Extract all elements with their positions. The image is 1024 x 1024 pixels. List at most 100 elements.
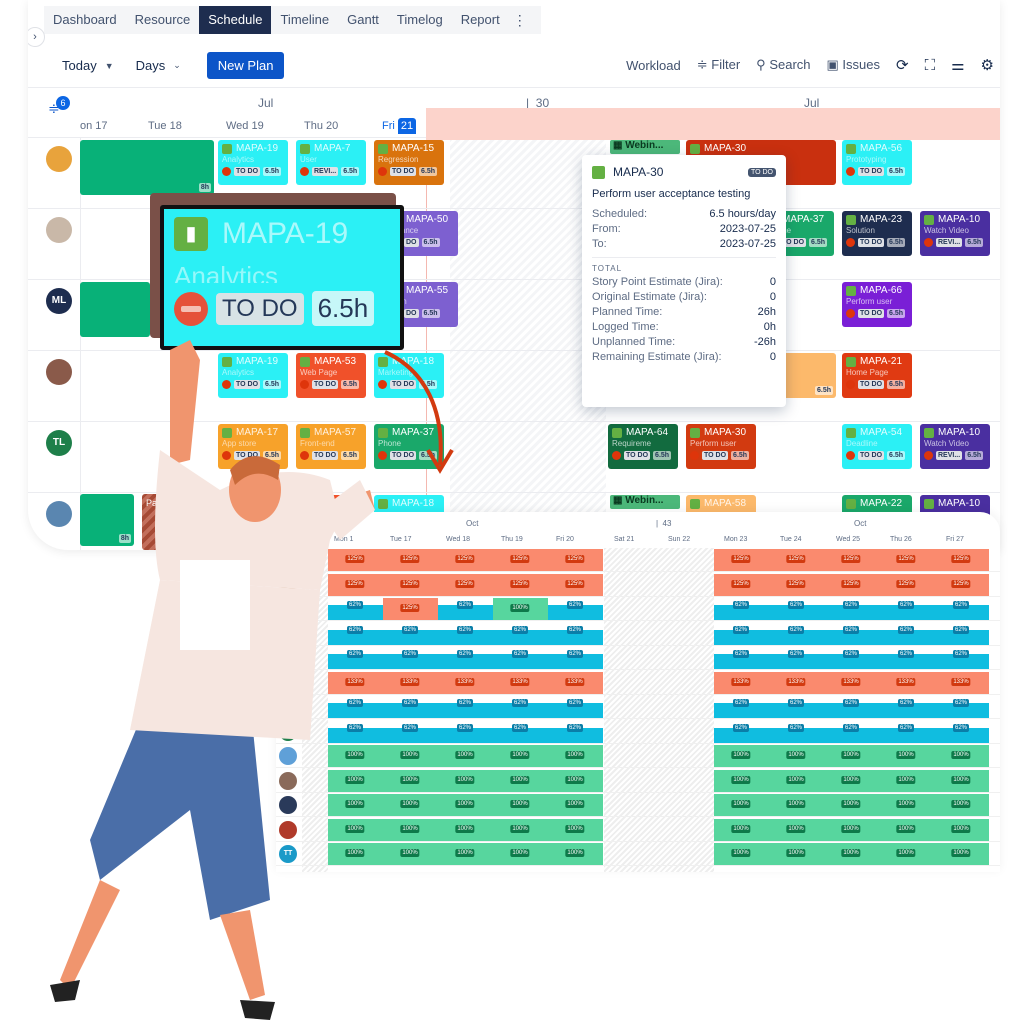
workload-cell[interactable]: 62% [934, 625, 989, 645]
workload-cell[interactable]: 100% [438, 843, 493, 865]
workload-cell[interactable]: 125% [824, 549, 879, 571]
workload-cell[interactable]: 62% [769, 699, 824, 718]
workload-cell[interactable]: 125% [879, 573, 934, 596]
workload-cell[interactable]: 62% [438, 699, 493, 718]
workload-cell[interactable]: 100% [548, 769, 603, 792]
workload-cell[interactable]: 100% [714, 818, 769, 841]
workload-cell[interactable]: 100% [548, 843, 603, 865]
workload-cell[interactable]: 100% [769, 745, 824, 767]
workload-cell[interactable]: 100% [548, 794, 603, 816]
workload-cell[interactable]: 125% [769, 549, 824, 571]
workload-cell[interactable]: 100% [383, 843, 438, 865]
workload-cell[interactable]: 100% [438, 769, 493, 792]
time-block[interactable]: 8h [80, 140, 214, 195]
workload-cell[interactable]: 100% [879, 794, 934, 816]
workload-cell[interactable]: 100% [493, 598, 548, 620]
task-card[interactable]: MAPA-7 User REVI... 6.5h [296, 140, 366, 185]
new-plan-button[interactable]: New Plan [206, 52, 285, 79]
workload-cell[interactable]: 62% [714, 650, 769, 669]
workload-cell[interactable]: 62% [714, 601, 769, 620]
workload-cell[interactable]: 100% [714, 769, 769, 792]
workload-cell[interactable]: 62% [383, 699, 438, 718]
workload-cell[interactable]: 62% [438, 723, 493, 743]
workload-cell[interactable]: 100% [714, 745, 769, 767]
workload-cell[interactable]: 100% [769, 843, 824, 865]
workload-cell[interactable]: 62% [548, 625, 603, 645]
tab-dashboard[interactable]: Dashboard [44, 6, 126, 34]
workload-cell[interactable]: 100% [934, 818, 989, 841]
workload-cell[interactable]: 62% [493, 699, 548, 718]
workload-cell[interactable]: 125% [769, 573, 824, 596]
workload-cell[interactable]: 125% [438, 549, 493, 571]
avatar[interactable] [46, 146, 72, 172]
workload-cell[interactable]: 125% [383, 598, 438, 620]
workload-cell[interactable]: 62% [438, 650, 493, 669]
task-card[interactable]: MAPA-19 Analytics TO DO 6.5h [218, 140, 288, 185]
workload-cell[interactable]: 62% [934, 699, 989, 718]
workload-cell[interactable]: 62% [493, 625, 548, 645]
workload-cell[interactable]: 125% [493, 573, 548, 596]
workload-cell[interactable]: 125% [383, 549, 438, 571]
workload-cell[interactable]: 125% [934, 573, 989, 596]
tab-resource[interactable]: Resource [126, 6, 200, 34]
workload-cell[interactable]: 125% [438, 573, 493, 596]
task-card[interactable]: MAPA-15 Regression TO DO 6.5h [374, 140, 444, 185]
workload-cell[interactable]: 100% [934, 843, 989, 865]
workload-cell[interactable]: 62% [769, 625, 824, 645]
days-select[interactable]: Days ⌄ [128, 58, 189, 73]
workload-cell[interactable]: 100% [824, 745, 879, 767]
today-select[interactable]: Today ▼ [54, 58, 122, 73]
more-tabs-icon[interactable]: ⋮ [509, 12, 531, 29]
workload-cell[interactable]: 133% [824, 671, 879, 694]
task-card[interactable]: MAPA-21 Home Page TO DO 6.5h [842, 353, 912, 398]
workload-cell[interactable]: 100% [438, 818, 493, 841]
workload-cell[interactable]: 100% [824, 843, 879, 865]
workload-cell[interactable]: 100% [383, 745, 438, 767]
task-card[interactable]: MAPA-66 Perform user TO DO 6.5h [842, 282, 912, 327]
search-button[interactable]: ⚲ Search [756, 57, 810, 73]
workload-cell[interactable]: 62% [438, 601, 493, 620]
event-chip[interactable]: ▦ Webin... [610, 495, 680, 509]
workload-cell[interactable]: 62% [548, 699, 603, 718]
workload-cell[interactable]: 62% [714, 699, 769, 718]
workload-cell[interactable]: 100% [879, 818, 934, 841]
workload-cell[interactable]: 133% [493, 671, 548, 694]
workload-cell[interactable]: 62% [934, 723, 989, 743]
workload-cell[interactable]: 133% [769, 671, 824, 694]
workload-cell[interactable]: 100% [493, 843, 548, 865]
task-card[interactable]: MAPA-54 Deadline TO DO 6.5h [842, 424, 912, 469]
workload-cell[interactable]: 133% [383, 671, 438, 694]
workload-cell[interactable]: 100% [824, 769, 879, 792]
workload-cell[interactable]: 100% [383, 794, 438, 816]
workload-cell[interactable]: 62% [824, 699, 879, 718]
workload-cell[interactable]: 100% [879, 745, 934, 767]
workload-cell[interactable]: 100% [934, 769, 989, 792]
workload-cell[interactable]: 62% [383, 625, 438, 645]
task-card[interactable]: MAPA-10 Watch Video REVI... 6.5h [920, 424, 990, 469]
workload-cell[interactable]: 125% [383, 573, 438, 596]
workload-cell[interactable]: 62% [879, 625, 934, 645]
workload-cell[interactable]: 100% [438, 794, 493, 816]
workload-cell[interactable]: 62% [493, 650, 548, 669]
workload-cell[interactable]: 125% [934, 549, 989, 571]
workload-cell[interactable]: 62% [769, 723, 824, 743]
workload-cell[interactable]: 62% [934, 650, 989, 669]
tab-timelog[interactable]: Timelog [388, 6, 452, 34]
workload-cell[interactable]: 100% [824, 818, 879, 841]
workload-cell[interactable]: 100% [879, 769, 934, 792]
workload-cell[interactable]: 133% [714, 671, 769, 694]
workload-cell[interactable]: 62% [438, 625, 493, 645]
avatar[interactable] [46, 217, 72, 243]
workload-cell[interactable]: 62% [769, 601, 824, 620]
workload-cell[interactable]: 100% [714, 794, 769, 816]
workload-cell[interactable]: 125% [879, 549, 934, 571]
workload-cell[interactable]: 125% [493, 549, 548, 571]
workload-cell[interactable]: 125% [714, 573, 769, 596]
gear-icon[interactable]: ⚙ [981, 56, 994, 74]
workload-cell[interactable]: 62% [879, 650, 934, 669]
fullscreen-icon[interactable]: ⛶ [925, 57, 936, 74]
workload-cell[interactable]: 133% [438, 671, 493, 694]
workload-cell[interactable]: 100% [548, 818, 603, 841]
workload-cell[interactable]: 100% [383, 769, 438, 792]
workload-cell[interactable]: 62% [383, 723, 438, 743]
